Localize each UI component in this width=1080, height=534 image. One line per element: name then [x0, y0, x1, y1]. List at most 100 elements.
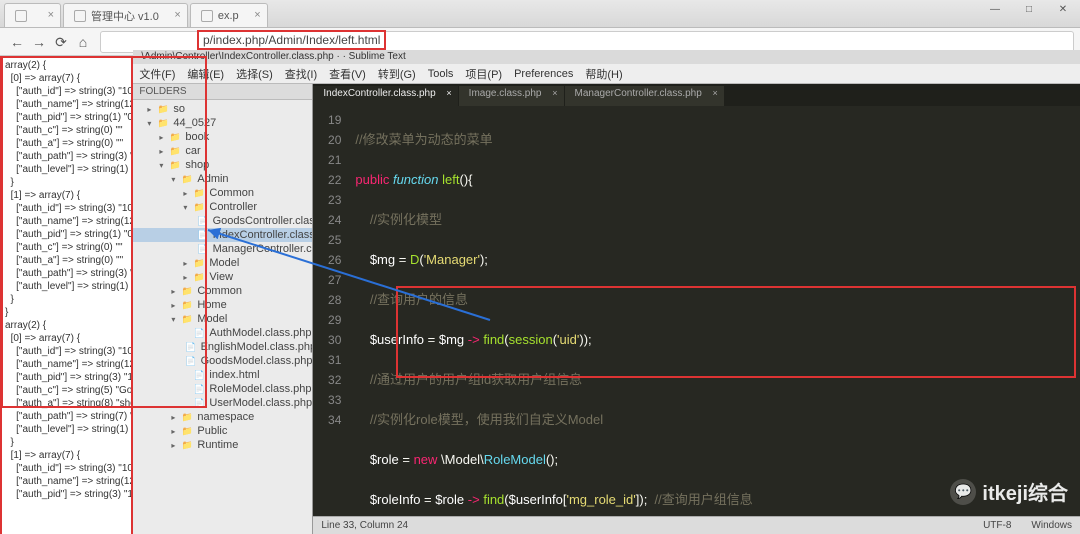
caret-icon: ▾ [183, 203, 191, 212]
window-controls: — □ ✕ [978, 0, 1080, 20]
forward-button[interactable]: → [28, 31, 50, 53]
tree-item[interactable]: ▸📁Public [133, 424, 312, 438]
folder-icon: 📁 [169, 160, 181, 170]
watermark: 💬 itkeji综合 [950, 477, 1068, 506]
tree-item[interactable]: ▸📁Runtime [133, 438, 312, 452]
tree-item[interactable]: ▸📁Common [133, 284, 312, 298]
tree-item[interactable]: 📄IndexController.class.ph [133, 228, 312, 242]
editor-tab[interactable]: ManagerController.class.php× [565, 86, 724, 106]
tree-item[interactable]: ▾📁Admin [133, 172, 312, 186]
tree-label: book [185, 131, 209, 143]
close-button[interactable]: ✕ [1046, 0, 1080, 20]
caret-icon: ▸ [171, 287, 179, 296]
back-button[interactable]: ← [6, 31, 28, 53]
file-icon: 📄 [197, 230, 208, 240]
caret-icon: ▸ [147, 105, 155, 114]
status-bar: Line 33, Column 24 UTF-8 Windows [313, 516, 1080, 534]
browser-tab-strip: × 管理中心 v1.0× ex.p × — □ ✕ [0, 0, 1080, 28]
tree-label: Common [197, 285, 242, 297]
wechat-icon: 💬 [950, 479, 976, 505]
tree-label: namespace [197, 411, 254, 423]
tree-label: Common [209, 187, 254, 199]
editor-tab[interactable]: Image.class.php× [459, 86, 564, 106]
tree-item[interactable]: 📄GoodsModel.class.php [133, 354, 312, 368]
folders-sidebar: FOLDERS ▸📁so▾📁44_0527▸📁book▸📁car▾📁shop▾📁… [133, 84, 313, 534]
caret-icon: ▸ [159, 147, 167, 156]
close-icon[interactable]: × [254, 9, 260, 21]
editor-title: \Admin\Controller\IndexController.class.… [133, 50, 1080, 64]
menu-item[interactable]: 文件(F) [139, 66, 175, 82]
tree-item[interactable]: 📄RoleModel.class.php [133, 382, 312, 396]
folder-icon: 📁 [169, 132, 181, 142]
tree-item[interactable]: ▾📁Controller [133, 200, 312, 214]
folder-icon: 📁 [193, 272, 205, 282]
tree-item[interactable]: 📄 AuthModel.class.php [133, 326, 312, 340]
menu-item[interactable]: 编辑(E) [187, 66, 224, 82]
caret-icon: ▸ [171, 301, 179, 310]
os-indicator[interactable]: Windows [1031, 520, 1072, 531]
browser-tab[interactable]: × [4, 3, 61, 27]
close-icon[interactable]: × [48, 9, 54, 21]
file-icon: 📄 [193, 384, 205, 394]
close-icon[interactable]: × [174, 9, 180, 21]
tab-favicon-icon [74, 10, 86, 22]
tree-item[interactable]: ▸📁Home [133, 298, 312, 312]
minimize-button[interactable]: — [978, 0, 1012, 20]
close-icon[interactable]: × [552, 88, 557, 98]
tree-label: Model [197, 313, 227, 325]
folder-icon: 📁 [181, 426, 193, 436]
menu-item[interactable]: Tools [428, 68, 454, 80]
browser-tab[interactable]: 管理中心 v1.0× [63, 3, 188, 27]
menu-item[interactable]: 帮助(H) [585, 66, 622, 82]
editor-tab[interactable]: IndexController.class.php× [313, 86, 457, 106]
home-button[interactable]: ⌂ [72, 31, 94, 53]
caret-icon: ▸ [183, 189, 191, 198]
file-icon: 📄 [197, 244, 208, 254]
caret-icon: ▸ [183, 273, 191, 282]
tab-favicon-icon [201, 10, 213, 22]
tree-label: 44_0527 [173, 117, 216, 129]
tree-item[interactable]: ▾📁shop [133, 158, 312, 172]
tree-item[interactable]: ▸📁book [133, 130, 312, 144]
code-content[interactable]: //修改菜单为动态的菜单 public function left(){ //实… [349, 106, 1080, 516]
tree-item[interactable]: 📄UserModel.class.php [133, 396, 312, 410]
var-dump-pane: array(2) { [0] => array(7) { ["auth_id"]… [0, 56, 133, 534]
menu-item[interactable]: 选择(S) [236, 66, 273, 82]
tree-label: index.html [209, 369, 259, 381]
encoding-indicator[interactable]: UTF-8 [983, 520, 1011, 531]
cursor-position: Line 33, Column 24 [321, 520, 408, 531]
folder-icon: 📁 [181, 440, 193, 450]
tree-label: AuthModel.class.php [209, 327, 311, 339]
tree-item[interactable]: 📄index.html [133, 368, 312, 382]
sublime-editor: \Admin\Controller\IndexController.class.… [133, 56, 1080, 534]
tree-item[interactable]: 📄EnglishModel.class.php [133, 340, 312, 354]
caret-icon: ▾ [159, 161, 167, 170]
tab-title: ex.p [218, 10, 239, 22]
file-icon: 📄 [185, 342, 196, 352]
tree-item[interactable]: ▸📁View [133, 270, 312, 284]
maximize-button[interactable]: □ [1012, 0, 1046, 20]
menu-item[interactable]: Preferences [514, 68, 573, 80]
tree-item[interactable]: ▾📁44_0527 [133, 116, 312, 130]
tree-item[interactable]: ▸📁namespace [133, 410, 312, 424]
menu-item[interactable]: 查看(V) [329, 66, 366, 82]
tree-item[interactable]: ▸📁car [133, 144, 312, 158]
file-icon: 📄 [193, 328, 205, 338]
tree-item[interactable]: ▸📁Model [133, 256, 312, 270]
close-icon[interactable]: × [446, 88, 451, 98]
caret-icon: ▸ [171, 427, 179, 436]
tree-label: GoodsController.class.pl [213, 215, 314, 227]
menu-item[interactable]: 查找(I) [285, 66, 317, 82]
browser-tab[interactable]: ex.p × [190, 3, 268, 27]
menu-item[interactable]: 项目(P) [465, 66, 502, 82]
close-icon[interactable]: × [713, 88, 718, 98]
folder-icon: 📁 [157, 104, 169, 114]
tree-item[interactable]: 📄ManagerController.class [133, 242, 312, 256]
tree-item[interactable]: ▸📁Common [133, 186, 312, 200]
reload-button[interactable]: ⟳ [50, 31, 72, 53]
tree-item[interactable]: 📄GoodsController.class.pl [133, 214, 312, 228]
tree-item[interactable]: ▸📁so [133, 102, 312, 116]
folders-header: FOLDERS [133, 84, 312, 100]
tree-item[interactable]: ▾📁Model [133, 312, 312, 326]
menu-item[interactable]: 转到(G) [378, 66, 416, 82]
